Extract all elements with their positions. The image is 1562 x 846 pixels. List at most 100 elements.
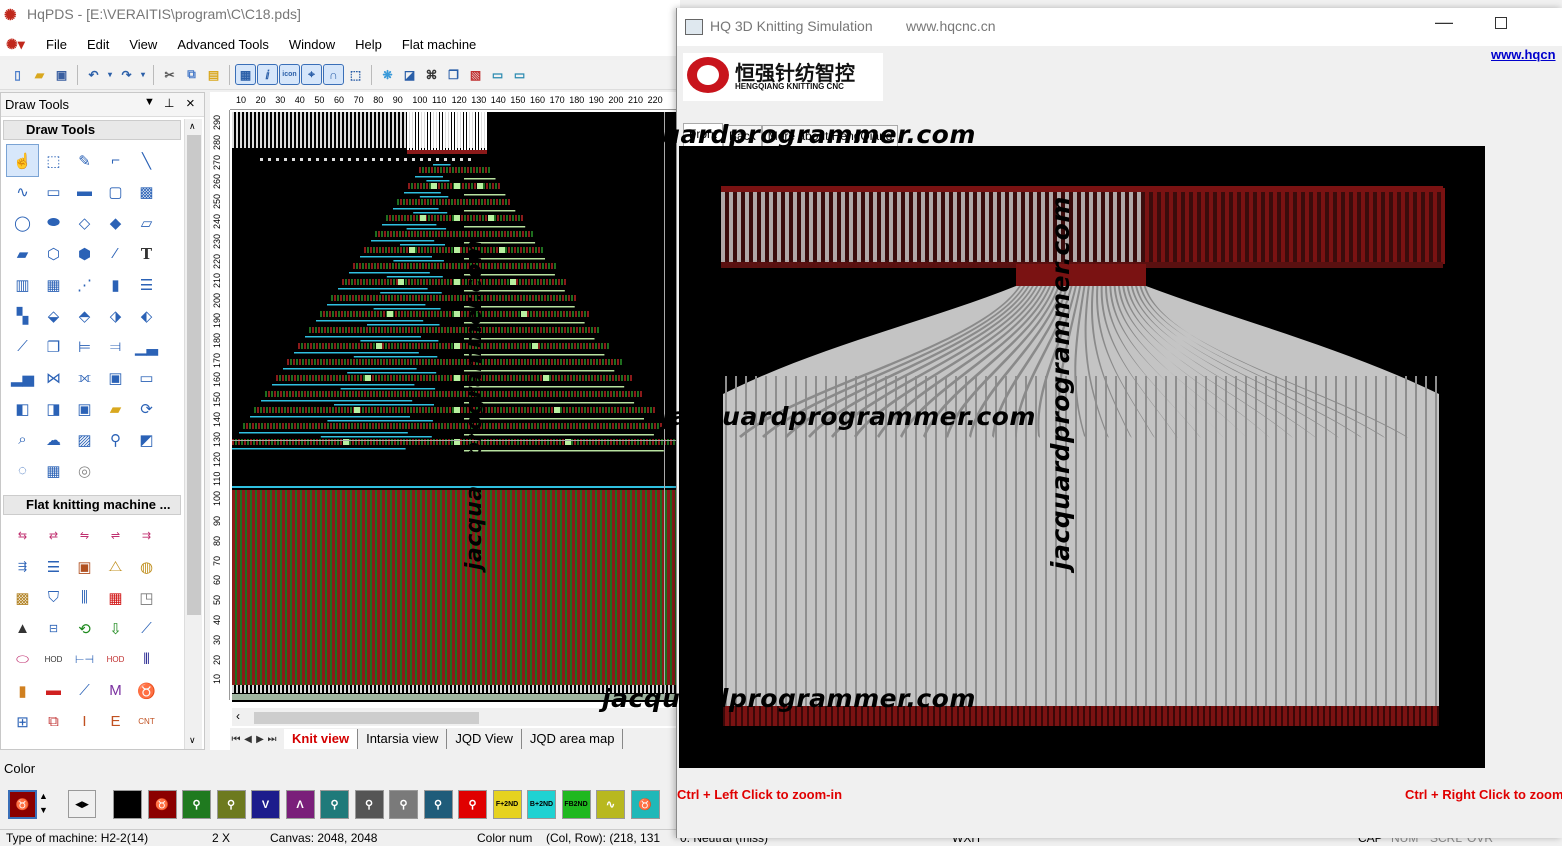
sweater-box-icon[interactable]: ▩ bbox=[7, 582, 38, 613]
color-swatch[interactable]: V bbox=[251, 790, 280, 819]
redo-dropdown-icon[interactable]: ▾ bbox=[139, 65, 147, 84]
download-icon[interactable]: ⇩ bbox=[100, 613, 131, 644]
color-swatch[interactable]: ⚲ bbox=[354, 790, 384, 819]
hod-2-icon[interactable]: HOD bbox=[100, 644, 131, 675]
hand-pointer-icon[interactable]: ☝ bbox=[6, 144, 39, 177]
menu-flat-machine[interactable]: Flat machine bbox=[392, 37, 486, 52]
diagonal-icon[interactable]: ⋰ bbox=[69, 269, 100, 300]
tab-next-icon[interactable]: ▶ bbox=[254, 734, 266, 745]
color-swatch[interactable]: ⚲ bbox=[423, 790, 453, 819]
system-menu-icon[interactable]: ✺▾ bbox=[0, 36, 36, 53]
columns-icon[interactable]: ▥ bbox=[7, 269, 38, 300]
scroll-down-icon[interactable]: ∨ bbox=[189, 735, 196, 746]
yarn-icon[interactable]: ◍ bbox=[131, 551, 162, 582]
panel-left-icon[interactable]: ◧ bbox=[7, 393, 38, 424]
rect-select-icon[interactable]: ⬚ bbox=[38, 145, 69, 176]
maximize-icon[interactable] bbox=[1495, 17, 1507, 29]
rack-icon[interactable]: ⇶ bbox=[7, 551, 38, 582]
stripes-icon[interactable]: ▮ bbox=[100, 269, 131, 300]
select-region-icon[interactable]: ⬚ bbox=[346, 65, 365, 84]
color-swatch[interactable]: B+2ND bbox=[527, 790, 556, 819]
filled-parallelogram-icon[interactable]: ▰ bbox=[7, 238, 38, 269]
website-link[interactable]: www.hqcn bbox=[1491, 47, 1556, 62]
fill-4-icon[interactable]: ⬖ bbox=[131, 300, 162, 331]
menu-advanced-tools[interactable]: Advanced Tools bbox=[167, 37, 279, 52]
color-swatch[interactable]: ∿ bbox=[596, 790, 625, 819]
align-left-icon[interactable]: ⊨ bbox=[69, 331, 100, 362]
diamond-icon[interactable]: ◇ bbox=[69, 207, 100, 238]
layers-icon[interactable]: ❐ bbox=[444, 65, 463, 84]
save-icon[interactable]: ▣ bbox=[52, 65, 71, 84]
rectangle-icon[interactable]: ▭ bbox=[38, 176, 69, 207]
icon-view-icon[interactable]: icon bbox=[279, 64, 300, 85]
color-swatch[interactable]: FB2ND bbox=[561, 790, 591, 819]
tweezers-icon[interactable]: ⟋ bbox=[69, 675, 100, 706]
open-folder-icon[interactable]: ▰ bbox=[30, 65, 49, 84]
transfer-3-icon[interactable]: ⇋ bbox=[69, 520, 100, 551]
knot-icon[interactable]: ♉ bbox=[131, 675, 162, 706]
tab-intarsia-view[interactable]: Intarsia view bbox=[358, 729, 448, 749]
color-swatch[interactable] bbox=[113, 790, 142, 819]
redo-icon[interactable]: ↷ bbox=[117, 65, 136, 84]
transfer-2-icon[interactable]: ⇄ bbox=[38, 520, 69, 551]
eraser-2-icon[interactable]: ◩ bbox=[131, 424, 162, 455]
bar-chart-icon[interactable]: ▁▃ bbox=[131, 331, 162, 362]
arch-icon[interactable]: ∩ bbox=[323, 64, 344, 85]
color-swatch[interactable]: F+2ND bbox=[492, 790, 522, 819]
machine-2-icon[interactable]: ▭ bbox=[510, 65, 529, 84]
polyline-icon[interactable]: ⌐ bbox=[100, 145, 131, 176]
panel-scrollbar[interactable]: ∧ ∨ bbox=[184, 119, 202, 749]
cycle-icon[interactable]: ⟲ bbox=[69, 613, 100, 644]
blocks-icon[interactable]: ▚ bbox=[7, 300, 38, 331]
module-icon[interactable]: ▣ bbox=[69, 551, 100, 582]
cut-icon[interactable]: ✂ bbox=[160, 65, 179, 84]
tab-first-icon[interactable]: ⏮ bbox=[230, 734, 242, 745]
panel-center-icon[interactable]: ▣ bbox=[69, 393, 100, 424]
cnt-icon[interactable]: CNT bbox=[131, 706, 162, 737]
loop-icon[interactable]: ⬭ bbox=[7, 644, 38, 675]
filled-rectangle-icon[interactable]: ▬ bbox=[69, 176, 100, 207]
color-swatch[interactable]: ⚲ bbox=[216, 790, 246, 819]
i-beam-icon[interactable]: I bbox=[69, 706, 100, 737]
rounded-rect-icon[interactable]: ▢ bbox=[100, 176, 131, 207]
align-right-icon[interactable]: ⫤ bbox=[100, 331, 131, 362]
fill-2-icon[interactable]: ⬘ bbox=[69, 300, 100, 331]
rotate-icon[interactable]: ⟳ bbox=[131, 393, 162, 424]
eyedropper-icon[interactable]: ⟋ bbox=[7, 331, 38, 362]
width-icon[interactable]: ⊢⊣ bbox=[69, 644, 100, 675]
3d-simulation-view[interactable] bbox=[679, 146, 1485, 768]
tab-jqd-area-map[interactable]: JQD area map bbox=[522, 729, 624, 749]
copy-tool-icon[interactable]: ❐ bbox=[38, 331, 69, 362]
panel-right-icon[interactable]: ◨ bbox=[38, 393, 69, 424]
wand-icon[interactable]: ⚲ bbox=[100, 424, 131, 455]
parallelogram-icon[interactable]: ▱ bbox=[131, 207, 162, 238]
knit-design-canvas[interactable] bbox=[232, 112, 676, 702]
grid-pattern-icon[interactable]: ▦ bbox=[38, 269, 69, 300]
pencil-icon[interactable]: ✎ bbox=[69, 145, 100, 176]
palette-icon[interactable]: ▧ bbox=[466, 65, 485, 84]
undo-dropdown-icon[interactable]: ▾ bbox=[106, 65, 114, 84]
filled-diamond-icon[interactable]: ◆ bbox=[100, 207, 131, 238]
tab-prev-icon[interactable]: ◀ bbox=[242, 734, 254, 745]
color-swatch[interactable]: ⚲ bbox=[389, 790, 418, 819]
paste-icon[interactable]: ▤ bbox=[204, 65, 223, 84]
cone-icon[interactable]: ▲ bbox=[7, 613, 38, 644]
red-block-icon[interactable]: ▬ bbox=[38, 675, 69, 706]
pin-icon[interactable]: ⊥ bbox=[164, 96, 174, 110]
yarn-cone-icon[interactable]: ⧍ bbox=[100, 551, 131, 582]
tab-jqd-view[interactable]: JQD View bbox=[447, 729, 522, 749]
current-color-swatch[interactable]: ♉ bbox=[8, 790, 37, 819]
bars-icon[interactable]: ⦀ bbox=[131, 644, 162, 675]
crosshair-icon[interactable]: ⌖ bbox=[301, 64, 322, 85]
color-nav-icon[interactable]: ◀▶ bbox=[68, 790, 96, 818]
color-strip-icon[interactable]: ▮ bbox=[7, 675, 38, 706]
pen-box-icon[interactable]: ◪ bbox=[400, 65, 419, 84]
snowflake-icon[interactable]: ❋ bbox=[378, 65, 397, 84]
image-icon[interactable]: ▨ bbox=[69, 424, 100, 455]
monitor-icon[interactable]: ▭ bbox=[131, 362, 162, 393]
pattern-block-icon[interactable]: ▦ bbox=[100, 582, 131, 613]
color-spinner[interactable]: ▲ ▼ bbox=[39, 789, 48, 817]
frame-icon[interactable]: ▣ bbox=[100, 362, 131, 393]
fill-icon[interactable]: ⬙ bbox=[38, 300, 69, 331]
color-swatch[interactable]: ♉ bbox=[147, 790, 177, 819]
